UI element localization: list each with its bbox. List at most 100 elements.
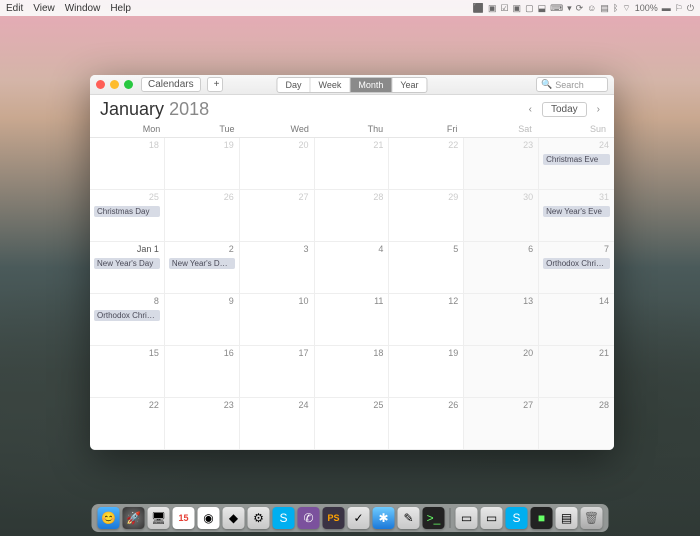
day-cell[interactable]: 21 xyxy=(539,346,614,398)
day-cell[interactable]: 15 xyxy=(90,346,165,398)
checkbox-icon[interactable]: ☑ xyxy=(500,3,508,14)
dock-app-terminal[interactable]: >_ xyxy=(423,507,445,529)
day-cell[interactable]: 18 xyxy=(315,346,390,398)
dock-app-skype[interactable]: S xyxy=(273,507,295,529)
dock-app-settings[interactable]: ⚙ xyxy=(248,507,270,529)
search-input[interactable]: 🔍 Search xyxy=(536,77,608,92)
dock-app-calendar[interactable]: 15 xyxy=(173,507,195,529)
day-cell[interactable]: 24 xyxy=(240,398,315,450)
dock-app-launchpad[interactable]: 🚀 xyxy=(123,507,145,529)
view-day[interactable]: Day xyxy=(277,78,310,92)
view-year[interactable]: Year xyxy=(392,78,426,92)
menu-view[interactable]: View xyxy=(33,3,55,14)
day-cell[interactable]: 28 xyxy=(539,398,614,450)
day-cell[interactable]: 30 xyxy=(464,190,539,242)
day-cell[interactable]: 7Orthodox Christmas D… xyxy=(539,242,614,294)
day-cell[interactable]: Jan 1New Year's Day xyxy=(90,242,165,294)
day-cell[interactable]: 12 xyxy=(389,294,464,346)
battery-icon[interactable]: ▬ xyxy=(662,3,671,13)
day-cell[interactable]: 18 xyxy=(90,138,165,190)
today-button[interactable]: Today xyxy=(542,102,587,117)
day-cell[interactable]: 27 xyxy=(464,398,539,450)
keyboard-icon[interactable]: ⌨ xyxy=(550,3,563,14)
sync-icon[interactable]: ⟳ xyxy=(576,3,584,14)
day-cell[interactable]: 28 xyxy=(315,190,390,242)
day-cell[interactable]: 26 xyxy=(389,398,464,450)
day-cell[interactable]: 23 xyxy=(464,138,539,190)
day-cell[interactable]: 17 xyxy=(240,346,315,398)
close-button[interactable] xyxy=(96,80,105,89)
fullscreen-button[interactable] xyxy=(124,80,133,89)
dock-app-trash[interactable]: 🗑 xyxy=(581,507,603,529)
dock-app-chrome[interactable]: ◉ xyxy=(198,507,220,529)
day-cell[interactable]: 19 xyxy=(389,346,464,398)
day-cell[interactable]: 9 xyxy=(165,294,240,346)
cloud-icon[interactable]: ⬓ xyxy=(538,3,547,14)
day-cell[interactable]: 3 xyxy=(240,242,315,294)
view-month[interactable]: Month xyxy=(350,78,392,92)
dock-app-finder[interactable]: 😊 xyxy=(98,507,120,529)
day-cell[interactable]: 22 xyxy=(90,398,165,450)
view-selector[interactable]: Day Week Month Year xyxy=(276,77,427,93)
day-cell[interactable]: 11 xyxy=(315,294,390,346)
view-week[interactable]: Week xyxy=(310,78,350,92)
day-cell[interactable]: 27 xyxy=(240,190,315,242)
day-cell[interactable]: 13 xyxy=(464,294,539,346)
day-cell[interactable]: 4 xyxy=(315,242,390,294)
dock-app-app3[interactable]: ▤ xyxy=(556,507,578,529)
event-chip[interactable]: New Year's Eve xyxy=(543,206,610,217)
dock-app-viber[interactable]: ✆ xyxy=(298,507,320,529)
day-cell[interactable]: 29 xyxy=(389,190,464,242)
day-cell[interactable]: 8Orthodox Christmas D… xyxy=(90,294,165,346)
camera-icon[interactable]: ▣ xyxy=(513,3,522,14)
dock-app-todo[interactable]: ✓ xyxy=(348,507,370,529)
event-chip[interactable]: Orthodox Christmas D… xyxy=(543,258,610,269)
event-chip[interactable]: Orthodox Christmas D… xyxy=(94,310,160,321)
add-button[interactable]: + xyxy=(207,77,223,92)
bluetooth-icon[interactable]: ᛒ xyxy=(613,3,618,13)
menu-window[interactable]: Window xyxy=(65,3,101,14)
day-cell[interactable]: 19 xyxy=(165,138,240,190)
dock-app-app2[interactable]: ◆ xyxy=(223,507,245,529)
dock-app-doc2[interactable]: ▭ xyxy=(481,507,503,529)
event-chip[interactable]: New Year's Day xyxy=(94,258,160,269)
display-icon[interactable]: ▢ xyxy=(525,3,534,14)
day-cell[interactable]: 5 xyxy=(389,242,464,294)
day-cell[interactable]: 25Christmas Day xyxy=(90,190,165,242)
dock-app-safari[interactable]: ✱ xyxy=(373,507,395,529)
wifi-icon[interactable]: ⌔ xyxy=(622,3,630,14)
cube-icon[interactable]: ▣ xyxy=(488,3,497,14)
dock-app-skype2[interactable]: S xyxy=(506,507,528,529)
adobe-icon[interactable]: ⬛ xyxy=(473,3,484,14)
day-cell[interactable]: 23 xyxy=(165,398,240,450)
day-cell[interactable]: 6 xyxy=(464,242,539,294)
battery-label[interactable]: 100% xyxy=(635,3,658,13)
dock-app-doc1[interactable]: ▭ xyxy=(456,507,478,529)
event-chip[interactable]: Christmas Eve xyxy=(543,154,610,165)
dock-app-display[interactable]: 🖥 xyxy=(148,507,170,529)
minimize-button[interactable] xyxy=(110,80,119,89)
volume-icon[interactable]: ▤ xyxy=(600,3,609,14)
dock-app-edit[interactable]: ✎ xyxy=(398,507,420,529)
day-cell[interactable]: 21 xyxy=(315,138,390,190)
day-cell[interactable]: 16 xyxy=(165,346,240,398)
day-cell[interactable]: 24Christmas Eve xyxy=(539,138,614,190)
window-titlebar[interactable]: Calendars + Day Week Month Year 🔍 Search xyxy=(90,75,614,95)
day-cell[interactable]: 20 xyxy=(240,138,315,190)
event-chip[interactable]: Christmas Day xyxy=(94,206,160,217)
calendars-button[interactable]: Calendars xyxy=(141,77,201,92)
day-cell[interactable]: 10 xyxy=(240,294,315,346)
dock-app-phpstorm[interactable]: PS xyxy=(323,507,345,529)
day-cell[interactable]: 25 xyxy=(315,398,390,450)
people-icon[interactable]: ☺ xyxy=(587,3,596,13)
dock-app-term2[interactable]: ■ xyxy=(531,507,553,529)
day-cell[interactable]: 14 xyxy=(539,294,614,346)
day-cell[interactable]: 22 xyxy=(389,138,464,190)
menu-edit[interactable]: Edit xyxy=(6,3,23,14)
prev-button[interactable]: ‹ xyxy=(525,104,536,115)
day-cell[interactable]: 31New Year's Eve xyxy=(539,190,614,242)
event-chip[interactable]: New Year's Day (day 2) xyxy=(169,258,235,269)
clock-icon[interactable]: ⏻ xyxy=(687,3,694,14)
antenna-icon[interactable]: ▾ xyxy=(567,3,572,14)
next-button[interactable]: › xyxy=(593,104,604,115)
